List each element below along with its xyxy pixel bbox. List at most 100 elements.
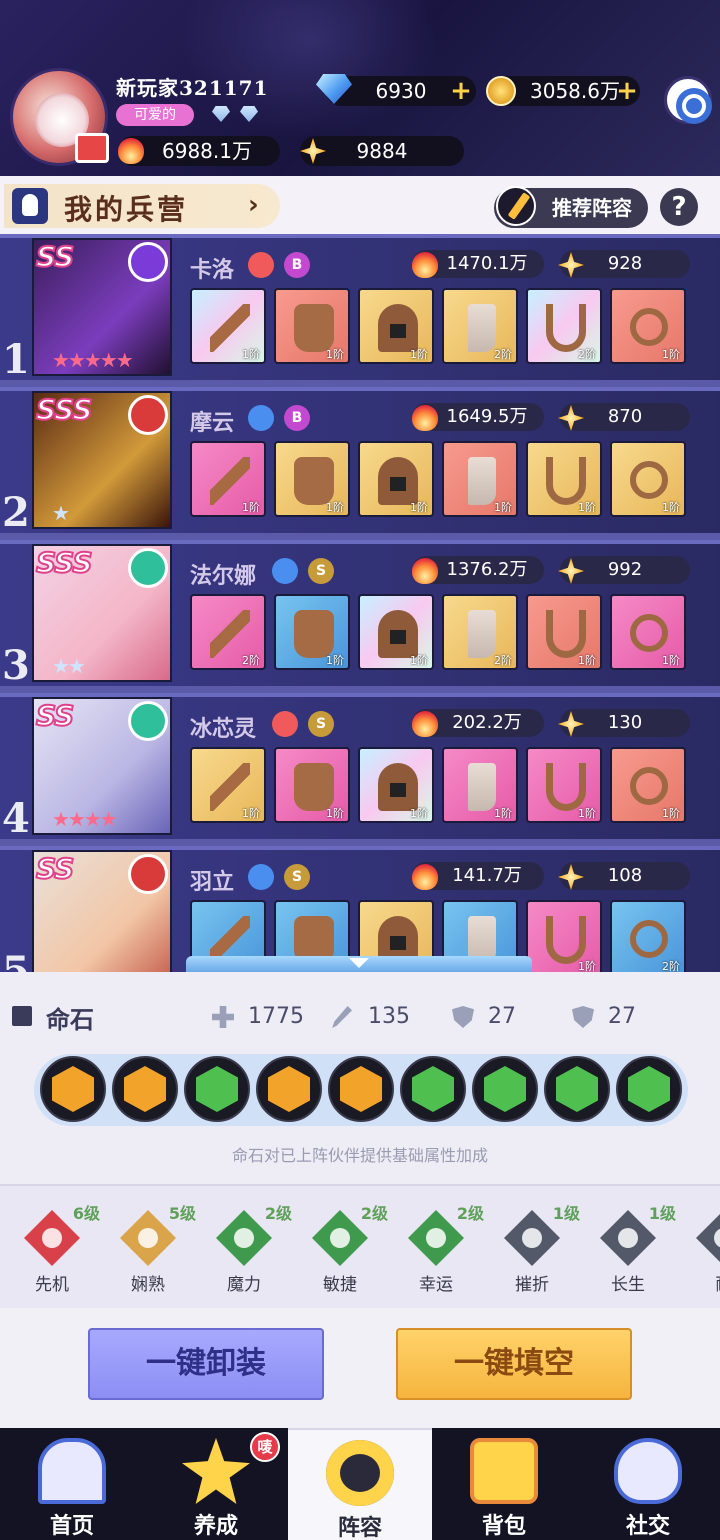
hero-row[interactable]: SS ★★★★★ 1 卡洛 B 1470.1万 928 1阶 1阶 1阶 2阶 2阶 1阶 xyxy=(0,234,720,383)
hero-name: 卡洛 xyxy=(190,257,235,283)
armor-icon xyxy=(294,610,334,658)
equipment-slot-helm[interactable]: 1阶 xyxy=(358,288,434,364)
attack-stat: 135 xyxy=(368,1004,410,1029)
hero-roster-list[interactable]: SS ★★★★★ 1 卡洛 B 1470.1万 928 1阶 1阶 1阶 2阶 2阶 1阶 SSS ★ 2 摩云… xyxy=(0,234,720,972)
add-gold-button[interactable]: + xyxy=(616,78,638,104)
element-icon xyxy=(128,701,168,741)
hero-row[interactable]: SSS ★★ 3 法尔娜 S 1376.2万 992 2阶 1阶 1阶 2阶 1阶 1阶 xyxy=(0,540,720,689)
equipment-slot-ring[interactable]: 1阶 xyxy=(610,288,686,364)
equipment-level: 1阶 xyxy=(326,501,344,514)
hero-name: 摩云 xyxy=(190,410,235,436)
skill-level: 2级 xyxy=(456,1204,484,1223)
fate-gem-slot[interactable] xyxy=(400,1056,466,1122)
ring-icon xyxy=(630,308,668,346)
settings-gear-icon[interactable] xyxy=(664,76,712,124)
row-number: 4 xyxy=(2,795,30,842)
hero-row[interactable]: SS ★★★★ 4 冰芯灵 S 202.2万 130 1阶 1阶 1阶 1阶 1阶 1阶 xyxy=(0,693,720,842)
equipment-slot-boot[interactable]: 2阶 xyxy=(442,594,518,670)
equipment-slot-helm[interactable]: 1阶 xyxy=(358,441,434,517)
home-icon xyxy=(38,1438,106,1504)
star-rating: ★★★★ xyxy=(52,807,118,831)
nav-lineup[interactable]: 阵容 xyxy=(288,1428,432,1540)
equipment-slot-amulet[interactable]: 1阶 xyxy=(526,900,602,972)
equipment-slot-helm[interactable]: 1阶 xyxy=(358,747,434,823)
equipment-slot-amulet[interactable]: 1阶 xyxy=(526,441,602,517)
equipment-slot-ring[interactable]: 1阶 xyxy=(610,747,686,823)
fate-gem-slot[interactable] xyxy=(472,1056,538,1122)
equipment-slot-boot[interactable]: 2阶 xyxy=(442,288,518,364)
ring-icon xyxy=(630,920,668,958)
class-icon xyxy=(248,252,274,278)
equipment-slot-sword[interactable]: 2阶 xyxy=(190,594,266,670)
skill-icon xyxy=(696,1210,720,1266)
equipment-slot-boot[interactable]: 1阶 xyxy=(442,441,518,517)
row-number: 2 xyxy=(2,489,30,536)
equipment-slot-boot[interactable]: 1阶 xyxy=(442,747,518,823)
equipment-level: 1阶 xyxy=(326,807,344,820)
hero-name: 冰芯灵 xyxy=(190,716,257,742)
top-bar: 新玩家321171 可爱的 6930 + 3058.6万 + 6988.1万 9… xyxy=(0,0,720,176)
fate-gem-slot[interactable] xyxy=(616,1056,682,1122)
nav-home[interactable]: 首页 xyxy=(0,1428,144,1540)
equipment-slot-amulet[interactable]: 1阶 xyxy=(526,594,602,670)
skill-name: 魔力 xyxy=(227,1275,261,1295)
hero-portrait[interactable]: SS xyxy=(32,850,172,972)
boot-icon xyxy=(468,610,496,658)
equipment-level: 2阶 xyxy=(494,654,512,667)
fill-all-button[interactable]: 一键填空 xyxy=(396,1328,632,1400)
unequip-all-button[interactable]: 一键卸装 xyxy=(88,1328,324,1400)
equipment-slot-sword[interactable]: 1阶 xyxy=(190,441,266,517)
equipment-slot-sword[interactable]: 1阶 xyxy=(190,288,266,364)
sword-icon xyxy=(210,610,250,658)
equipment-slot-amulet[interactable]: 1阶 xyxy=(526,747,602,823)
social-icon xyxy=(614,1438,682,1504)
row-number: 1 xyxy=(2,336,30,383)
skill-item[interactable]: 6级 先机 xyxy=(18,1204,100,1296)
fate-gem-slot[interactable] xyxy=(184,1056,250,1122)
skill-item[interactable]: 耐 xyxy=(690,1206,720,1296)
skill-item[interactable]: 1级 摧折 xyxy=(498,1204,580,1296)
player-avatar[interactable] xyxy=(10,68,109,166)
equipment-slot-ring[interactable]: 1阶 xyxy=(610,441,686,517)
nav-label: 社交 xyxy=(625,1513,670,1539)
skill-item[interactable]: 2级 敏捷 xyxy=(306,1204,388,1296)
equipment-slot-sword[interactable]: 1阶 xyxy=(190,747,266,823)
equipment-slot-amulet[interactable]: 2阶 xyxy=(526,288,602,364)
equipment-level: 1阶 xyxy=(242,807,260,820)
fate-gem-slot[interactable] xyxy=(328,1056,394,1122)
hero-row[interactable]: SSS ★ 2 摩云 B 1649.5万 870 1阶 1阶 1阶 1阶 1阶 1阶 xyxy=(0,387,720,536)
fate-gem-slot[interactable] xyxy=(40,1056,106,1122)
help-button[interactable]: ? xyxy=(660,188,698,226)
row-number: 5 xyxy=(2,948,30,972)
hero-portrait[interactable]: SSS ★ xyxy=(32,391,172,529)
hero-portrait[interactable]: SS ★★★★★ xyxy=(32,238,172,376)
equipment-slot-armor[interactable]: 1阶 xyxy=(274,441,350,517)
skill-item[interactable]: 2级 魔力 xyxy=(210,1204,292,1296)
nav-backpack[interactable]: 背包 xyxy=(432,1428,576,1540)
fate-gem-slot[interactable] xyxy=(112,1056,178,1122)
hero-name: 法尔娜 xyxy=(190,563,257,589)
skill-item[interactable]: 5级 娴熟 xyxy=(114,1204,196,1296)
nav-social[interactable]: 社交 xyxy=(576,1428,720,1540)
equipment-slot-armor[interactable]: 1阶 xyxy=(274,594,350,670)
equipment-slot-armor[interactable]: 1阶 xyxy=(274,747,350,823)
equipment-slot-helm[interactable]: 1阶 xyxy=(358,594,434,670)
equipment-level: 2阶 xyxy=(242,654,260,667)
add-diamond-button[interactable]: + xyxy=(450,78,472,104)
backpack-icon xyxy=(470,1438,538,1504)
equipment-slot-ring[interactable]: 1阶 xyxy=(610,594,686,670)
equipment-slot-ring[interactable]: 2阶 xyxy=(610,900,686,972)
hero-portrait[interactable]: SSS ★★ xyxy=(32,544,172,682)
flame-icon xyxy=(412,864,438,890)
equipment-level: 1阶 xyxy=(494,807,512,820)
fate-gem-slot[interactable] xyxy=(256,1056,322,1122)
skill-name: 敏捷 xyxy=(323,1275,357,1295)
skill-item[interactable]: 1级 长生 xyxy=(594,1204,676,1296)
skill-item[interactable]: 2级 幸运 xyxy=(402,1204,484,1296)
fate-gem-slot[interactable] xyxy=(544,1056,610,1122)
equipment-slot-armor[interactable]: 1阶 xyxy=(274,288,350,364)
hero-row[interactable]: SS 5 羽立 S 141.7万 108 1阶 2阶 xyxy=(0,846,720,972)
hero-portrait[interactable]: SS ★★★★ xyxy=(32,697,172,835)
collapse-drawer-handle[interactable] xyxy=(186,956,532,972)
skill-name: 娴熟 xyxy=(131,1275,165,1295)
